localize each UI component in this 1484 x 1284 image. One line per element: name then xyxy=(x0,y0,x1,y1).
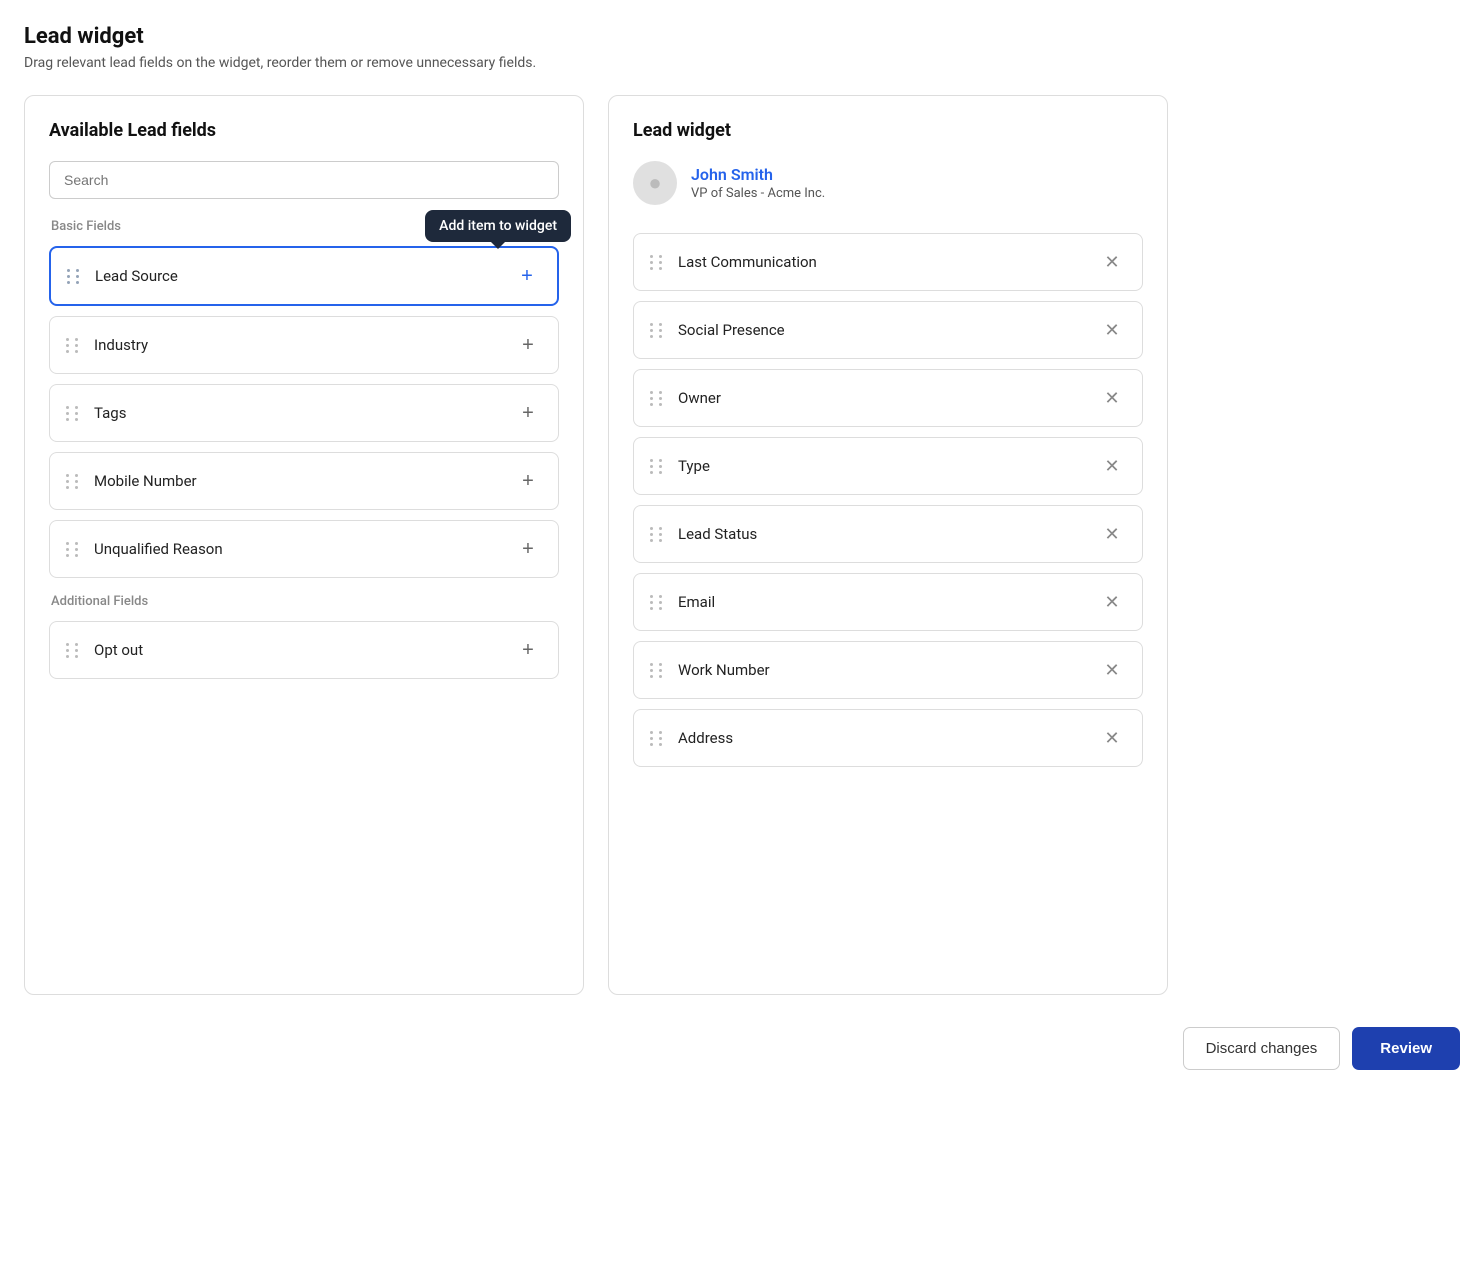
remove-work-number-button[interactable]: ✕ xyxy=(1098,656,1126,684)
drag-icon-mobile-number xyxy=(66,474,80,489)
drag-icon-last-communication xyxy=(650,255,664,270)
field-label-mobile-number: Mobile Number xyxy=(94,472,514,490)
remove-lead-status-button[interactable]: ✕ xyxy=(1098,520,1126,548)
avatar-icon: ● xyxy=(648,170,661,196)
remove-last-communication-button[interactable]: ✕ xyxy=(1098,248,1126,276)
tooltip-wrapper: Add item to widget + xyxy=(513,262,541,290)
lead-name: John Smith xyxy=(691,165,825,184)
lead-widget-panel: Lead widget ● John Smith VP of Sales - A… xyxy=(608,95,1168,995)
add-item-tooltip: Add item to widget xyxy=(425,210,571,242)
field-label-lead-source: Lead Source xyxy=(95,267,513,285)
remove-address-button[interactable]: ✕ xyxy=(1098,724,1126,752)
field-label-address: Address xyxy=(678,729,1098,747)
available-fields-title: Available Lead fields xyxy=(49,120,559,141)
field-item-opt-out: Opt out + xyxy=(49,621,559,679)
drag-icon-social-presence xyxy=(650,323,664,338)
panels-container: Available Lead fields Basic Fields Lead … xyxy=(24,95,1460,995)
field-item-industry: Industry + xyxy=(49,316,559,374)
field-label-owner: Owner xyxy=(678,389,1098,407)
lead-profile: ● John Smith VP of Sales - Acme Inc. xyxy=(633,161,1143,209)
field-item-tags: Tags + xyxy=(49,384,559,442)
drag-icon-lead-status xyxy=(650,527,664,542)
page-title: Lead widget xyxy=(24,24,1460,49)
field-label-industry: Industry xyxy=(94,336,514,354)
widget-field-social-presence: Social Presence ✕ xyxy=(633,301,1143,359)
field-label-work-number: Work Number xyxy=(678,661,1098,679)
drag-icon-type xyxy=(650,459,664,474)
lead-widget-title: Lead widget xyxy=(633,120,1143,141)
drag-icon-email xyxy=(650,595,664,610)
discard-changes-button[interactable]: Discard changes xyxy=(1183,1027,1341,1070)
field-label-opt-out: Opt out xyxy=(94,641,514,659)
add-unqualified-reason-button[interactable]: + xyxy=(514,535,542,563)
drag-icon-work-number xyxy=(650,663,664,678)
remove-email-button[interactable]: ✕ xyxy=(1098,588,1126,616)
widget-field-address: Address ✕ xyxy=(633,709,1143,767)
widget-field-type: Type ✕ xyxy=(633,437,1143,495)
add-tags-button[interactable]: + xyxy=(514,399,542,427)
remove-owner-button[interactable]: ✕ xyxy=(1098,384,1126,412)
field-label-email: Email xyxy=(678,593,1098,611)
review-button[interactable]: Review xyxy=(1352,1027,1460,1070)
drag-icon-owner xyxy=(650,391,664,406)
field-item-unqualified-reason: Unqualified Reason + xyxy=(49,520,559,578)
search-input[interactable] xyxy=(49,161,559,199)
field-item-lead-source: Lead Source Add item to widget + xyxy=(49,246,559,306)
drag-icon-industry xyxy=(66,338,80,353)
page-subtitle: Drag relevant lead fields on the widget,… xyxy=(24,55,1460,71)
widget-field-last-communication: Last Communication ✕ xyxy=(633,233,1143,291)
bottom-bar: Discard changes Review xyxy=(24,1023,1460,1070)
remove-type-button[interactable]: ✕ xyxy=(1098,452,1126,480)
lead-info: John Smith VP of Sales - Acme Inc. xyxy=(691,165,825,201)
widget-field-lead-status: Lead Status ✕ xyxy=(633,505,1143,563)
available-fields-panel: Available Lead fields Basic Fields Lead … xyxy=(24,95,584,995)
field-item-mobile-number: Mobile Number + xyxy=(49,452,559,510)
field-label-type: Type xyxy=(678,457,1098,475)
field-label-social-presence: Social Presence xyxy=(678,321,1098,339)
drag-icon-address xyxy=(650,731,664,746)
drag-icon-unqualified-reason xyxy=(66,542,80,557)
field-label-unqualified-reason: Unqualified Reason xyxy=(94,540,514,558)
search-wrapper xyxy=(49,161,559,199)
drag-icon-tags xyxy=(66,406,80,421)
widget-field-email: Email ✕ xyxy=(633,573,1143,631)
drag-icon-lead-source xyxy=(67,269,81,284)
add-mobile-number-button[interactable]: + xyxy=(514,467,542,495)
field-label-lead-status: Lead Status xyxy=(678,525,1098,543)
field-label-last-communication: Last Communication xyxy=(678,253,1098,271)
field-label-tags: Tags xyxy=(94,404,514,422)
additional-fields-label: Additional Fields xyxy=(49,594,559,609)
lead-job-title: VP of Sales - Acme Inc. xyxy=(691,186,825,201)
widget-field-work-number: Work Number ✕ xyxy=(633,641,1143,699)
add-lead-source-button[interactable]: + xyxy=(513,262,541,290)
drag-icon-opt-out xyxy=(66,643,80,658)
avatar: ● xyxy=(633,161,677,205)
add-industry-button[interactable]: + xyxy=(514,331,542,359)
remove-social-presence-button[interactable]: ✕ xyxy=(1098,316,1126,344)
add-opt-out-button[interactable]: + xyxy=(514,636,542,664)
widget-field-owner: Owner ✕ xyxy=(633,369,1143,427)
